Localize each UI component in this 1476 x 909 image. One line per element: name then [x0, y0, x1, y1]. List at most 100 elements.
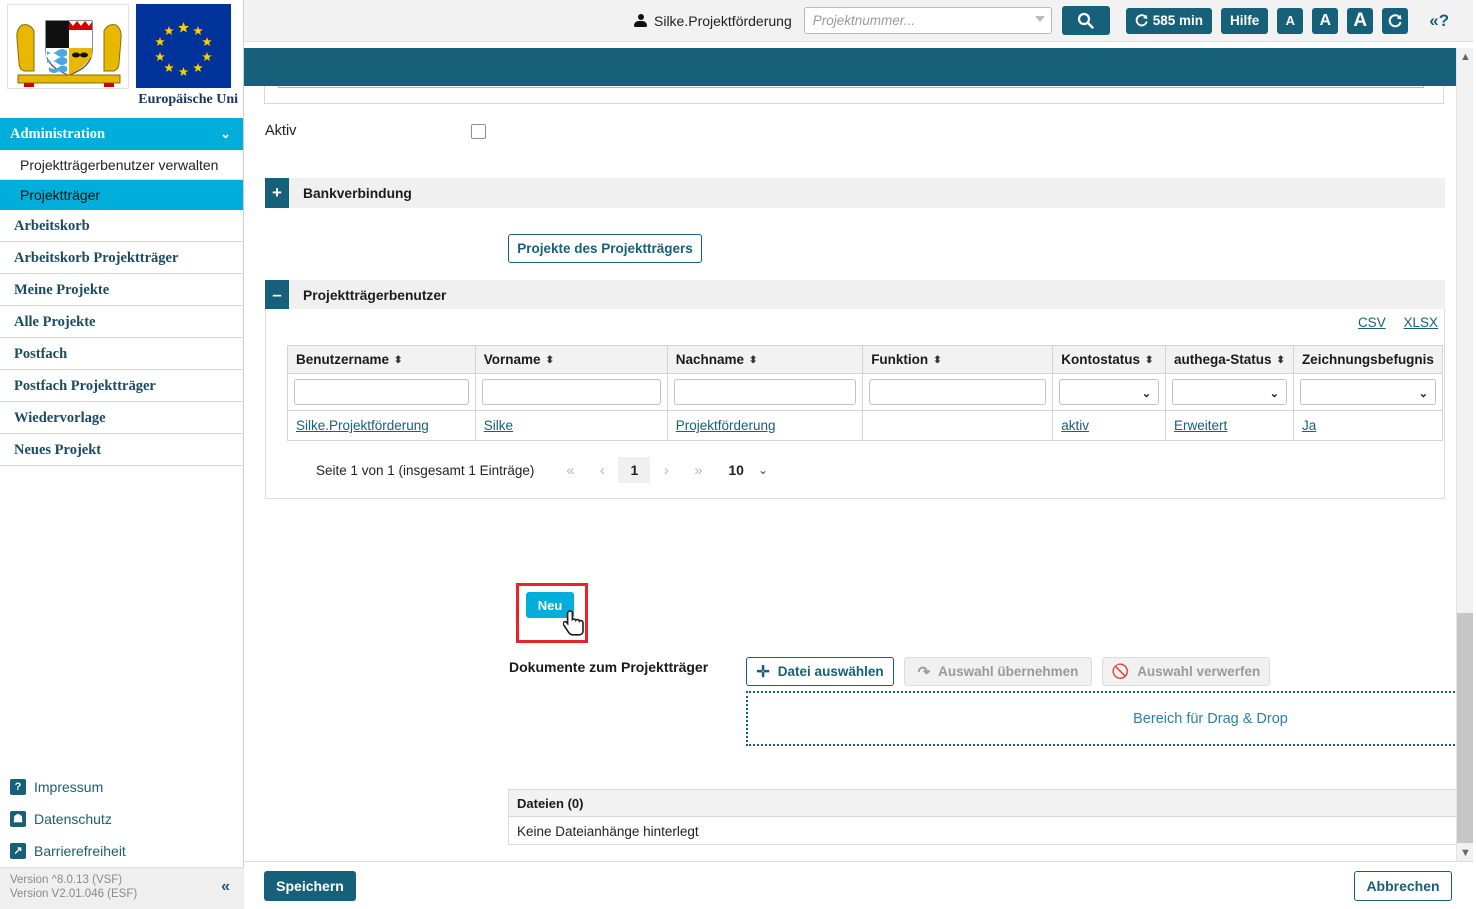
sidebar-item-neues-projekt[interactable]: Neues Projekt [0, 434, 243, 466]
reload-button[interactable] [1382, 7, 1409, 34]
no-entry-icon: 🚫 [1111, 663, 1130, 679]
filter-select-kontostatus[interactable] [1059, 379, 1160, 405]
header-tools: 585 min Hilfe A A A «? [1125, 7, 1449, 34]
link-kontostatus[interactable]: aktiv [1061, 418, 1089, 433]
col-zeichnungsbefugnis[interactable]: Zeichnungsbefugnis [1292, 345, 1444, 374]
files-empty-row: Keine Dateianhänge hinterlegt [509, 817, 1456, 845]
pagination-next[interactable]: › [650, 457, 682, 483]
sidebar-item-meine-projekte[interactable]: Meine Projekte [0, 274, 243, 306]
col-nachname[interactable]: Nachname ⬍ [666, 345, 864, 374]
sidebar-item-wiedervorlage[interactable]: Wiedervorlage [0, 402, 243, 434]
sidebar-item-label: Meine Projekte [14, 282, 110, 298]
font-size-medium-button[interactable]: A [1312, 7, 1339, 34]
help-button[interactable]: Hilfe [1221, 7, 1269, 34]
sidebar-item-projekttraeger[interactable]: Projektträger [0, 180, 243, 210]
filter-select-zeichnungsbefugnis[interactable] [1299, 379, 1436, 405]
save-button[interactable]: Speichern [264, 871, 356, 901]
pagination-first[interactable]: « [554, 457, 586, 483]
col-kontostatus[interactable]: Kontostatus ⬍ [1052, 345, 1167, 374]
col-label: authega-Status [1174, 352, 1272, 367]
col-benutzername[interactable]: Benutzername ⬍ [287, 345, 476, 374]
users-table: Benutzername ⬍ Vorname ⬍ Nachname ⬍ Funktio… [287, 345, 1444, 441]
expand-icon[interactable]: + [265, 178, 289, 208]
refresh-icon [1389, 13, 1402, 27]
col-authega-status[interactable]: authega-Status ⬍ [1165, 345, 1294, 374]
filter-input-benutzername[interactable] [294, 379, 469, 405]
page-size-selector[interactable]: 10 ⌄ [728, 462, 768, 478]
col-label: Vorname [483, 352, 541, 367]
sidebar-item-arbeitskorb[interactable]: Arbeitskorb [0, 210, 243, 242]
filter-cell-vorname [474, 373, 668, 411]
accessibility-icon: ↗ [10, 843, 26, 859]
search-icon [1078, 12, 1094, 29]
collapse-icon[interactable]: – [265, 280, 289, 310]
top-bar: Silke.Projektförderung 585 min Hilfe [244, 0, 1476, 42]
scroll-down-icon[interactable]: ▼ [1457, 844, 1474, 861]
export-csv-link[interactable]: CSV [1358, 315, 1386, 330]
aktiv-checkbox[interactable] [471, 124, 486, 139]
dropzone-label: Bereich für Drag & Drop [1133, 710, 1288, 727]
vertical-scrollbar[interactable]: ▲ ▼ [1456, 48, 1474, 861]
session-timer-button[interactable]: 585 min [1125, 7, 1213, 34]
form-field-partial-inner[interactable] [278, 86, 1424, 88]
filter-cell-benutzername [287, 373, 476, 411]
collapse-sidebar-button[interactable]: « [221, 879, 230, 895]
neu-button[interactable]: Neu [526, 592, 574, 618]
footer-link-impressum[interactable]: ? Impressum [10, 771, 244, 803]
filter-select-authega-status[interactable] [1172, 379, 1287, 405]
chevron-down-icon: ⌄ [220, 126, 231, 141]
sidebar-item-administration[interactable]: Administration ⌄ [0, 118, 243, 150]
search-input[interactable] [803, 7, 1052, 34]
sidebar-item-postfach-projekttraeger[interactable]: Postfach Projektträger [0, 370, 243, 402]
form-field-partial-outer [264, 86, 1444, 104]
section-projekttraegerbenutzer[interactable]: – Projektträgerbenutzer [265, 280, 1445, 310]
font-large-label: A [1353, 9, 1368, 31]
filter-cell-nachname [666, 373, 864, 411]
sidebar-item-projekttraegerbenutzer-verwalten[interactable]: Projektträgerbenutzer verwalten [0, 150, 243, 180]
sort-icon: ⬍ [1276, 355, 1285, 366]
sidebar-item-alle-projekte[interactable]: Alle Projekte [0, 306, 243, 338]
search-button[interactable] [1061, 6, 1110, 35]
footer-link-datenschutz[interactable]: ☗ Datenschutz [10, 803, 244, 835]
scroll-up-icon[interactable]: ▲ [1457, 48, 1474, 65]
filter-input-funktion[interactable] [869, 379, 1047, 405]
filter-cell-kontostatus: ⌄ [1052, 373, 1167, 411]
link-authega-status[interactable]: Erweitert [1174, 418, 1227, 433]
link-benutzername[interactable]: Silke.Projektförderung [296, 418, 429, 433]
footer-link-barrierefreiheit[interactable]: ↗ Barrierefreiheit [10, 835, 244, 867]
datei-auswaehlen-button[interactable]: ✛ Datei auswählen [746, 657, 894, 686]
sidebar-item-arbeitskorb-projekttraeger[interactable]: Arbeitskorb Projektträger [0, 242, 243, 274]
scrollbar-thumb[interactable] [1457, 613, 1474, 843]
col-vorname[interactable]: Vorname ⬍ [474, 345, 668, 374]
section-bankverbindung[interactable]: + Bankverbindung [265, 178, 1445, 208]
drag-and-drop-area[interactable]: Bereich für Drag & Drop [746, 691, 1456, 746]
link-vorname[interactable]: Silke [484, 418, 513, 433]
auswahl-uebernehmen-button[interactable]: ↷ Auswahl übernehmen [904, 657, 1092, 686]
cell-benutzername: Silke.Projektförderung [287, 410, 476, 441]
pagination-last[interactable]: » [682, 457, 714, 483]
sidebar-item-label: Neues Projekt [14, 442, 102, 458]
pagination-prev[interactable]: ‹ [586, 457, 618, 483]
cancel-button[interactable]: Abbrechen [1354, 871, 1452, 901]
cell-kontostatus: aktiv [1052, 410, 1167, 441]
link-zeichnungsbefugnis[interactable]: Ja [1302, 418, 1316, 433]
link-nachname[interactable]: Projektförderung [676, 418, 776, 433]
font-size-large-button[interactable]: A [1347, 7, 1374, 34]
col-funktion[interactable]: Funktion ⬍ [862, 345, 1054, 374]
user-icon [634, 14, 647, 27]
pagination-page-1[interactable]: 1 [618, 457, 651, 483]
sidebar-item-label: Arbeitskorb Projektträger [14, 250, 179, 266]
sidebar-item-postfach[interactable]: Postfach [0, 338, 243, 370]
export-xlsx-link[interactable]: XLSX [1403, 315, 1438, 330]
eu-flag-icon [136, 4, 231, 88]
font-size-small-button[interactable]: A [1277, 7, 1304, 34]
filter-input-vorname[interactable] [481, 379, 661, 405]
font-medium-label: A [1319, 11, 1332, 29]
auswahl-verwerfen-button[interactable]: 🚫 Auswahl verwerfen [1102, 657, 1270, 686]
projekte-des-projekttraegers-button[interactable]: Projekte des Projektträgers [508, 234, 702, 263]
logo-area: Europäische Uni [0, 0, 243, 112]
session-timer-label: 585 min [1152, 13, 1204, 28]
col-label: Funktion [871, 352, 929, 367]
filter-input-nachname[interactable] [673, 379, 857, 405]
collapse-header-button[interactable]: «? [1429, 11, 1449, 31]
